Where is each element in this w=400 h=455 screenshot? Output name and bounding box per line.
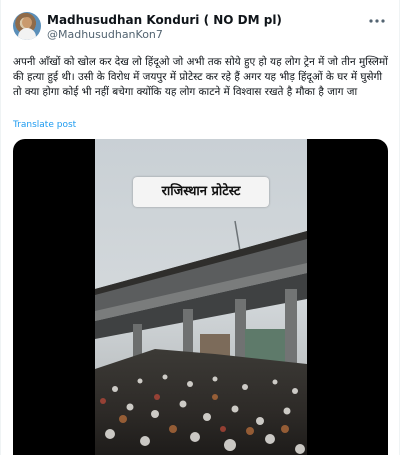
post-video[interactable]: राजिस्थान प्रोटेस्ट [13, 139, 388, 455]
more-dots-icon [369, 19, 385, 23]
video-caption: राजिस्थान प्रोटेस्ट [133, 177, 269, 207]
avatar[interactable] [13, 12, 41, 40]
video-frame[interactable]: राजिस्थान प्रोटेस्ट [95, 139, 307, 455]
post-card[interactable]: Madhusudhan Konduri ( NO DM pl) @Madhusu… [0, 0, 400, 455]
avatar-head [22, 17, 32, 28]
more-options-icon[interactable] [367, 12, 387, 28]
avatar-body [18, 28, 36, 40]
post-text: अपनी आँखों को खोल कर देख लो हिंदूओ जो अभ… [13, 56, 388, 98]
author-name[interactable]: Madhusudhan Konduri ( NO DM pl) [47, 13, 282, 27]
author-handle[interactable]: @MadhusudhanKon7 [47, 28, 163, 41]
translate-post-link[interactable]: Translate post [13, 120, 76, 130]
